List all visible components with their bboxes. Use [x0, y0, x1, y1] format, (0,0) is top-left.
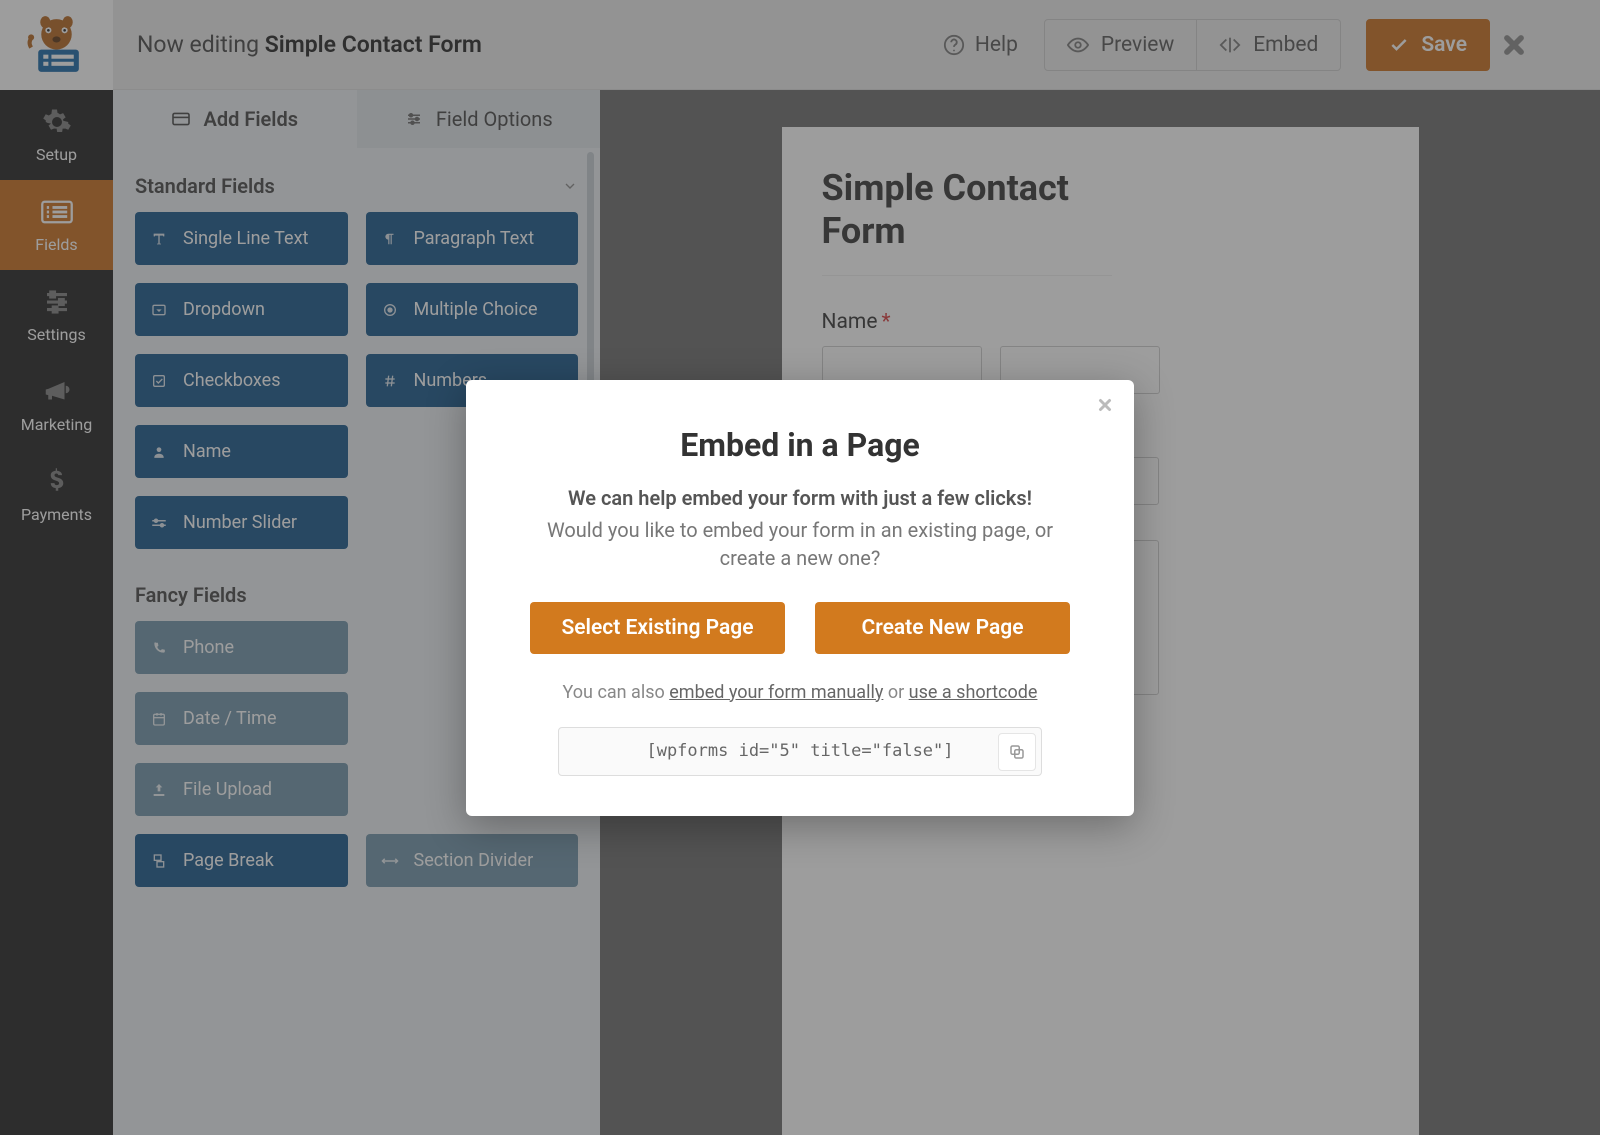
modal-title: Embed in a Page	[514, 426, 1086, 464]
create-new-page-button[interactable]: Create New Page	[815, 602, 1070, 654]
select-existing-page-button[interactable]: Select Existing Page	[530, 602, 785, 654]
create-new-label: Create New Page	[861, 616, 1023, 640]
embed-modal: Embed in a Page We can help embed your f…	[466, 380, 1134, 816]
foot-mid: or	[883, 682, 908, 703]
modal-footer-text: You can also embed your form manually or…	[514, 682, 1086, 703]
foot-pre: You can also	[563, 682, 670, 703]
shortcode-text: [wpforms id="5" title="false"]	[646, 741, 953, 761]
modal-overlay: Embed in a Page We can help embed your f…	[0, 0, 1600, 1135]
modal-sub-text: Would you like to embed your form in an …	[514, 516, 1086, 572]
modal-close-button[interactable]	[1096, 396, 1114, 414]
close-icon	[1096, 396, 1114, 414]
select-existing-label: Select Existing Page	[561, 616, 753, 640]
modal-strong-text: We can help embed your form with just a …	[514, 486, 1086, 510]
shortcode-link[interactable]: use a shortcode	[909, 682, 1038, 703]
copy-icon	[1008, 743, 1026, 761]
shortcode-box[interactable]: [wpforms id="5" title="false"]	[558, 727, 1042, 776]
modal-buttons: Select Existing Page Create New Page	[514, 602, 1086, 654]
copy-shortcode-button[interactable]	[998, 733, 1036, 771]
embed-manually-link[interactable]: embed your form manually	[669, 682, 883, 703]
